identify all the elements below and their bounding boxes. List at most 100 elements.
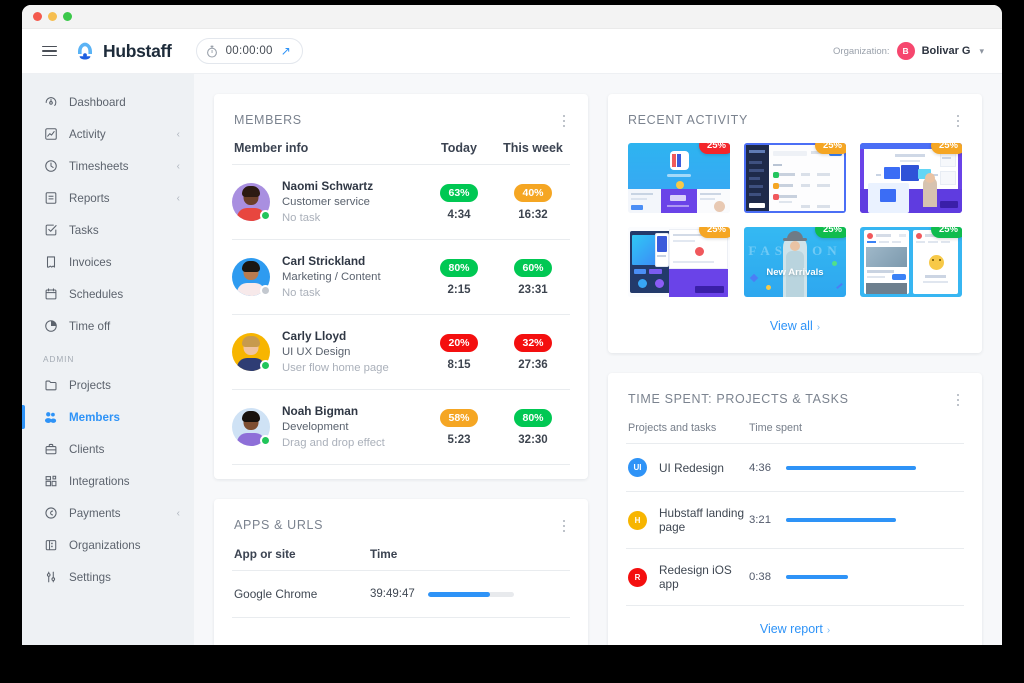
- sidebar-item-dashboard[interactable]: Dashboard: [22, 86, 194, 118]
- project-time-bar: [786, 518, 896, 522]
- calendar-icon: [43, 287, 58, 302]
- recent-activity-card-title: RECENT ACTIVITY: [628, 113, 748, 127]
- folder-icon: [43, 378, 58, 393]
- kebab-menu-icon[interactable]: [951, 392, 965, 408]
- sidebar-chevron: ‹: [176, 192, 180, 204]
- sidebar-item-time-off[interactable]: Time off: [22, 310, 194, 342]
- table-row[interactable]: H Hubstaff landing page 3:21: [626, 492, 964, 549]
- screen: Hubstaff 00:00:00 ↗ Organization: B Boli…: [0, 0, 1024, 683]
- window-zoom-button[interactable]: [63, 12, 72, 21]
- sidebar-item-integrations[interactable]: Integrations: [22, 465, 194, 497]
- sidebar-item-label: Schedules: [69, 287, 124, 301]
- organization-switcher[interactable]: Organization: B Bolivar G ▾: [833, 42, 984, 60]
- sidebar-item-label: Timesheets: [69, 159, 129, 173]
- sidebar-item-reports[interactable]: Reports ‹: [22, 182, 194, 214]
- activity-thumbnail[interactable]: 25%: [744, 143, 846, 213]
- today-percent-badge: 80%: [440, 259, 478, 277]
- activity-thumbnail[interactable]: 25%: [860, 227, 962, 297]
- arrow-up-right-icon[interactable]: ↗: [281, 45, 291, 57]
- table-row[interactable]: UI UI Redesign 4:36: [626, 444, 964, 492]
- kebab-menu-icon[interactable]: [557, 113, 571, 129]
- window-close-button[interactable]: [33, 12, 42, 21]
- member-role: UI UX Design: [282, 346, 351, 358]
- sidebar-chevron: ‹: [176, 128, 180, 140]
- sidebar-item-label: Integrations: [69, 474, 130, 488]
- member-today-cell: 80% 2:15: [422, 258, 496, 296]
- members-card: MEMBERS Member info Today This week Naom…: [214, 94, 588, 479]
- sidebar-item-tasks[interactable]: Tasks: [22, 214, 194, 246]
- column-header-member-info: Member info: [234, 141, 309, 155]
- activity-thumbnail[interactable]: 25%: [628, 227, 730, 297]
- view-all-link[interactable]: View all ›: [608, 297, 982, 353]
- today-percent-badge: 20%: [440, 334, 478, 352]
- project-avatar: R: [628, 567, 647, 587]
- brand-logo[interactable]: Hubstaff: [74, 40, 172, 62]
- member-name: Naomi Schwartz: [282, 179, 374, 193]
- table-row[interactable]: Carl Strickland Marketing / Content No t…: [232, 240, 570, 315]
- kebab-menu-icon[interactable]: [951, 113, 965, 129]
- project-name: UI Redesign: [659, 460, 724, 475]
- project-time: 4:36: [749, 461, 771, 474]
- table-row[interactable]: Naomi Schwartz Customer service No task …: [232, 165, 570, 240]
- member-name: Carl Strickland: [282, 254, 366, 268]
- member-task: No task: [282, 212, 321, 224]
- column-header-projects-and-tasks: Projects and tasks: [628, 422, 717, 434]
- hamburger-icon[interactable]: [42, 45, 57, 57]
- column-header-this-week: This week: [503, 141, 563, 155]
- time-spent-card: TIME SPENT: PROJECTS & TASKS Projects an…: [608, 373, 982, 645]
- sidebar-item-label: Organizations: [69, 538, 141, 552]
- chevron-down-icon[interactable]: ▾: [979, 46, 984, 57]
- brand-name: Hubstaff: [103, 40, 172, 61]
- apps-table-header: App or site Time: [232, 532, 570, 571]
- members-table-header: Member info Today This week: [232, 127, 570, 165]
- member-week-cell: 32% 27:36: [496, 333, 570, 371]
- view-report-link[interactable]: View report ›: [608, 606, 982, 645]
- sidebar-item-payments[interactable]: Payments ‹: [22, 497, 194, 529]
- organization-avatar: B: [896, 42, 915, 60]
- clock-icon: [43, 159, 58, 174]
- sidebar-item-label: Activity: [69, 127, 106, 141]
- sidebar-item-label: Invoices: [69, 255, 112, 269]
- sidebar-item-settings[interactable]: Settings: [22, 561, 194, 593]
- sidebar-item-clients[interactable]: Clients: [22, 433, 194, 465]
- member-today-cell: 58% 5:23: [422, 408, 496, 446]
- sidebar-item-label: Tasks: [69, 223, 99, 237]
- members-card-title: MEMBERS: [234, 113, 302, 127]
- window-minimize-button[interactable]: [48, 12, 57, 21]
- sidebar-item-projects[interactable]: Projects: [22, 369, 194, 401]
- activity-thumbnail[interactable]: 25%: [860, 143, 962, 213]
- sidebar-item-timesheets[interactable]: Timesheets ‹: [22, 150, 194, 182]
- avatar: [232, 333, 271, 371]
- table-row[interactable]: Carly Lloyd UI UX Design User flow home …: [232, 315, 570, 390]
- organization-name: Bolivar G: [921, 45, 971, 57]
- apps-urls-card-title: APPS & URLS: [234, 518, 324, 532]
- activity-thumbnail[interactable]: 25% FASHION New Arrivals: [744, 227, 846, 297]
- chart-line-icon: [43, 127, 58, 142]
- sidebar-item-members[interactable]: Members: [22, 401, 194, 433]
- week-time: 16:32: [518, 209, 548, 221]
- sidebar-item-organizations[interactable]: Organizations: [22, 529, 194, 561]
- member-today-cell: 63% 4:34: [422, 183, 496, 221]
- app-window: Hubstaff 00:00:00 ↗ Organization: B Boli…: [22, 5, 1002, 645]
- sidebar-item-label: Dashboard: [69, 95, 126, 109]
- timer-widget[interactable]: 00:00:00 ↗: [195, 38, 303, 64]
- sidebar-item-invoices[interactable]: Invoices: [22, 246, 194, 278]
- check-square-icon: [43, 223, 58, 238]
- kebab-menu-icon[interactable]: [557, 518, 571, 534]
- sidebar-item-schedules[interactable]: Schedules: [22, 278, 194, 310]
- week-time: 23:31: [518, 284, 548, 296]
- building-icon: [43, 538, 58, 553]
- activity-thumbnail[interactable]: 25%: [628, 143, 730, 213]
- table-row[interactable]: R Redesign iOS app 0:38: [626, 549, 964, 606]
- people-icon: [43, 410, 58, 425]
- hubstaff-logo-icon: [74, 40, 96, 62]
- time-spent-table: Projects and tasks Time spent UI UI Rede…: [608, 406, 982, 606]
- sidebar-item-activity[interactable]: Activity ‹: [22, 118, 194, 150]
- status-badge: [260, 210, 271, 221]
- sidebar-item-label: Time off: [69, 319, 111, 333]
- status-badge: [260, 285, 271, 296]
- today-time: 4:34: [447, 209, 471, 221]
- chevron-right-icon: ›: [816, 322, 821, 333]
- table-row[interactable]: Noah Bigman Development Drag and drop ef…: [232, 390, 570, 465]
- table-row[interactable]: Google Chrome 39:49:47: [232, 571, 570, 618]
